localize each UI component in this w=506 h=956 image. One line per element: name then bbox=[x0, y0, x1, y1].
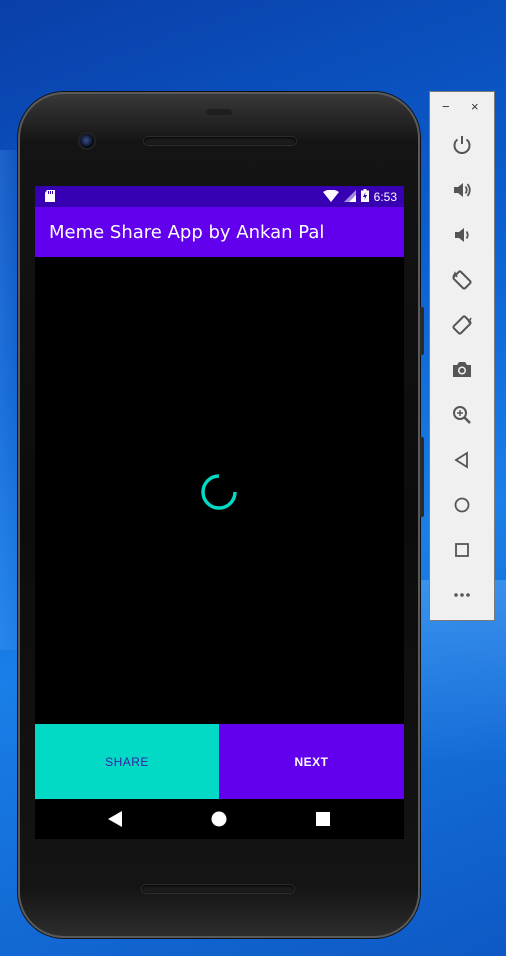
app-bar: Meme Share App by Ankan Pal bbox=[35, 207, 404, 257]
next-button[interactable]: NEXT bbox=[219, 724, 404, 799]
close-button[interactable]: × bbox=[471, 99, 479, 114]
signal-icon bbox=[343, 189, 356, 205]
share-button[interactable]: SHARE bbox=[35, 724, 219, 799]
minimize-button[interactable]: − bbox=[442, 99, 450, 114]
rotate-left-icon[interactable] bbox=[448, 266, 476, 294]
loading-spinner bbox=[201, 474, 237, 510]
device-screen: 6:53 Meme Share App by Ankan Pal SHARE N… bbox=[35, 186, 404, 839]
phone-sensor bbox=[206, 109, 232, 115]
navigation-bar bbox=[35, 799, 404, 839]
power-icon[interactable] bbox=[448, 131, 476, 159]
overview-icon[interactable] bbox=[448, 536, 476, 564]
battery-icon bbox=[360, 189, 369, 205]
volume-up-icon[interactable] bbox=[448, 176, 476, 204]
home-icon[interactable] bbox=[448, 491, 476, 519]
status-icons: 6:53 bbox=[322, 189, 397, 205]
status-time: 6:53 bbox=[373, 190, 397, 204]
back-icon[interactable] bbox=[448, 446, 476, 474]
wifi-icon bbox=[322, 189, 339, 205]
app-title: Meme Share App by Ankan Pal bbox=[49, 222, 325, 243]
back-icon[interactable] bbox=[105, 809, 125, 829]
side-button bbox=[420, 437, 424, 517]
meme-content-area bbox=[35, 257, 404, 724]
emulator-toolbar: − × bbox=[429, 91, 495, 621]
bottom-speaker bbox=[142, 885, 294, 893]
status-bar: 6:53 bbox=[35, 186, 404, 207]
volume-down-icon[interactable] bbox=[448, 221, 476, 249]
more-icon[interactable] bbox=[448, 581, 476, 609]
zoom-icon[interactable] bbox=[448, 401, 476, 429]
sd-card-icon bbox=[45, 190, 55, 205]
front-camera bbox=[80, 134, 94, 148]
home-icon[interactable] bbox=[209, 809, 229, 829]
recents-icon[interactable] bbox=[313, 809, 333, 829]
camera-icon[interactable] bbox=[448, 356, 476, 384]
side-button bbox=[420, 307, 424, 355]
rotate-right-icon[interactable] bbox=[448, 311, 476, 339]
top-speaker bbox=[144, 137, 296, 145]
toolbar-window-controls: − × bbox=[430, 92, 494, 126]
